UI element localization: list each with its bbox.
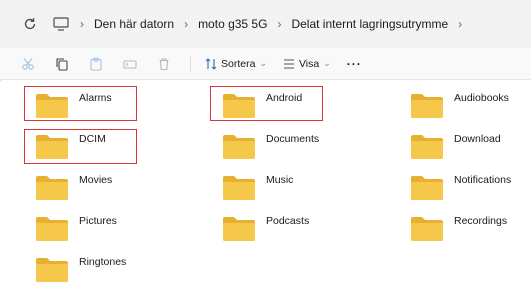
folder-icon <box>36 217 68 241</box>
view-label: Visa <box>298 57 320 70</box>
folder-icon <box>36 176 68 200</box>
folder-item[interactable]: DCIM <box>35 133 106 160</box>
folder-name: Pictures <box>79 215 117 227</box>
folder-icon <box>36 135 68 159</box>
breadcrumb-device[interactable]: moto g35 5G <box>198 17 267 31</box>
folder-icon <box>223 135 255 159</box>
folder-item[interactable]: Music <box>222 174 294 201</box>
sort-button[interactable]: Sortera ⌄ <box>205 58 267 70</box>
folder-item[interactable]: Alarms <box>35 92 112 119</box>
folder-item[interactable]: Documents <box>222 133 320 160</box>
chevron-down-icon: ⌄ <box>323 58 331 68</box>
delete-icon[interactable] <box>156 56 172 72</box>
folder-name: Recordings <box>454 215 508 227</box>
folder-icon <box>411 217 443 241</box>
command-bar: Sortera ⌄ Visa ⌄ ··· <box>0 48 531 80</box>
sort-label: Sortera <box>221 57 256 70</box>
more-options-button[interactable]: ··· <box>347 57 362 71</box>
folder-name: Audiobooks <box>454 92 509 104</box>
folder-name: Movies <box>79 174 113 186</box>
folder-item[interactable]: Ringtones <box>35 256 127 283</box>
folder-icon <box>36 94 68 118</box>
folder-name: Podcasts <box>266 215 310 227</box>
folder-name: Notifications <box>454 174 512 186</box>
folder-name: Download <box>454 133 501 145</box>
folder-item[interactable]: Pictures <box>35 215 117 242</box>
computer-icon[interactable] <box>52 16 70 32</box>
folder-icon <box>223 94 255 118</box>
refresh-icon[interactable] <box>22 16 38 32</box>
chevron-down-icon: ⌄ <box>259 58 267 68</box>
chevron-right-icon[interactable]: › <box>277 17 281 31</box>
folder-item[interactable]: Movies <box>35 174 113 201</box>
folder-icon <box>411 94 443 118</box>
folder-icon <box>223 217 255 241</box>
chevron-right-icon[interactable]: › <box>80 17 84 31</box>
folder-item[interactable]: Android <box>222 92 303 119</box>
folder-name: Ringtones <box>79 256 127 268</box>
folder-item[interactable]: Notifications <box>410 174 512 201</box>
view-icon <box>283 58 294 69</box>
breadcrumb-storage[interactable]: Delat internt lagringsutrymme <box>291 17 448 31</box>
folder-name: Alarms <box>79 92 112 104</box>
folder-view: Alarms Android Audiobooks DCIM Documents Down… <box>0 81 531 300</box>
folder-name: Documents <box>266 133 320 145</box>
folder-name: Music <box>266 174 294 186</box>
rename-icon[interactable] <box>122 56 138 72</box>
folder-icon <box>36 258 68 282</box>
folder-name: DCIM <box>79 133 106 145</box>
paste-icon[interactable] <box>88 56 104 72</box>
toolbar-divider <box>190 55 191 72</box>
folder-icon <box>411 135 443 159</box>
folder-item[interactable]: Audiobooks <box>410 92 509 119</box>
cut-icon[interactable] <box>20 56 36 72</box>
copy-icon[interactable] <box>54 56 70 72</box>
address-bar: › Den här datorn › moto g35 5G › Delat i… <box>0 0 531 48</box>
folder-item[interactable]: Podcasts <box>222 215 310 242</box>
folder-icon <box>411 176 443 200</box>
view-button[interactable]: Visa ⌄ <box>283 58 331 70</box>
folder-item[interactable]: Recordings <box>410 215 508 242</box>
folder-name: Android <box>266 92 303 104</box>
chevron-right-icon[interactable]: › <box>458 17 462 31</box>
folder-item[interactable]: Download <box>410 133 501 160</box>
chevron-right-icon[interactable]: › <box>184 17 188 31</box>
breadcrumb-this-pc[interactable]: Den här datorn <box>94 17 174 31</box>
sort-icon <box>205 57 217 70</box>
folder-icon <box>223 176 255 200</box>
